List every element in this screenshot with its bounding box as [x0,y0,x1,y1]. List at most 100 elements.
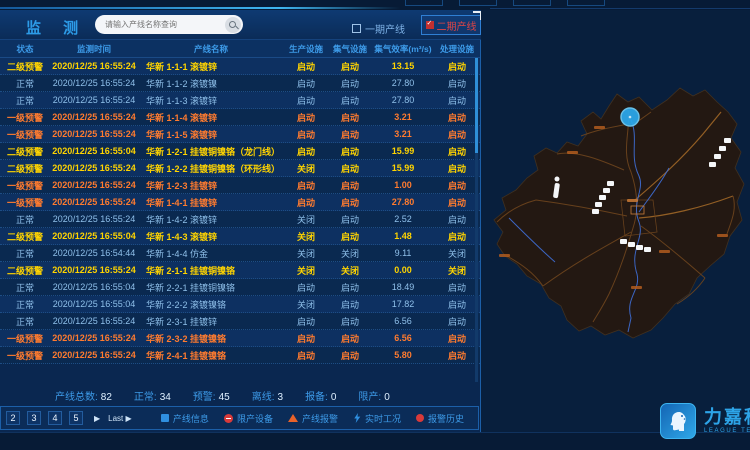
table-row[interactable]: 二级预警2020/12/25 16:55:04华新 1-4-3 滚镀锌关闭启动1… [0,228,480,245]
top-glow-line [0,7,400,9]
region-map[interactable] [481,50,750,360]
cell-gas: 启动 [328,162,372,175]
table-row[interactable]: 一级预警2020/12/25 16:55:24华新 1-4-1 挂镀锌启动启动2… [0,194,480,211]
phase2-button[interactable]: 二期产线 [421,15,481,35]
cell-eff: 5.80 [372,350,434,360]
scrollbar-thumb[interactable] [475,58,478,153]
table-row[interactable]: 一级预警2020/12/25 16:55:24华新 2-3-2 挂镀镍铬启动启动… [0,330,480,347]
table-row[interactable]: 二级预警2020/12/25 16:55:04华新 1-2-1 挂镀铜镍铬（龙门… [0,143,480,160]
table-row[interactable]: 正常2020/12/25 16:55:04华新 2-2-1 挂镀铜镍铬启动启动1… [0,279,480,296]
cell-gas: 启动 [328,145,372,158]
search-box [95,15,243,34]
checkbox-icon[interactable] [352,24,361,33]
cell-name: 华新 1-4-3 滚镀锌 [138,230,284,243]
cell-treat: 启动 [434,213,480,226]
search-input[interactable] [95,20,225,29]
cell-gas: 启动 [328,111,372,124]
cell-name: 华新 2-1-1 挂镀铜镍铬 [138,264,284,277]
table-row[interactable]: 一级预警2020/12/25 16:55:24华新 1-2-3 挂镀锌启动启动1… [0,177,480,194]
cell-eff: 3.21 [372,112,434,122]
table-row[interactable]: 正常2020/12/25 16:55:24华新 2-3-1 挂镀锌启动启动6.5… [0,313,480,330]
cell-prod: 启动 [284,77,328,90]
legend-label: 报警历史 [428,412,464,425]
page-title: 监 测 [26,17,87,38]
summary-item: 产线总数:82 [55,388,112,403]
phase1-checkbox[interactable]: 一期产线 [352,21,405,36]
legend-label: 实时工况 [365,412,401,425]
cell-prod: 启动 [284,111,328,124]
table-row[interactable]: 二级预警2020/12/25 16:55:24华新 1-2-2 挂镀铜镍铬（环形… [0,160,480,177]
header-bar: 监 测 一期产线 二期产线 [0,10,481,40]
cell-eff: 1.00 [372,180,434,190]
cell-time: 2020/12/25 16:55:24 [50,163,138,173]
cell-gas: 启动 [328,315,372,328]
cell-status: 一级预警 [0,128,50,141]
table-row[interactable]: 正常2020/12/25 16:55:24华新 1-4-2 滚镀锌关闭启动2.5… [0,211,480,228]
cell-time: 2020/12/25 16:55:04 [50,282,138,292]
table-row[interactable]: 正常2020/12/25 16:55:24华新 1-1-3 滚镀锌启动启动27.… [0,92,480,109]
table-row[interactable]: 正常2020/12/25 16:55:24华新 1-1-2 滚镀镍启动启动27.… [0,75,480,92]
map-marker[interactable] [621,108,639,126]
summary-value: 0 [331,392,337,403]
cell-prod: 关闭 [284,230,328,243]
cell-time: 2020/12/25 16:55:24 [50,316,138,326]
legend-alarm-history[interactable]: 报警历史 [416,412,464,425]
cell-prod: 启动 [284,60,328,73]
phase2-label: 二期产线 [437,18,477,33]
cell-status: 正常 [0,77,50,90]
cell-eff: 0.00 [372,265,434,275]
column-header: 生产设施 [284,43,328,55]
top-strip [0,0,750,10]
cell-time: 2020/12/25 16:55:24 [50,333,138,343]
page-button-5[interactable]: 5 [69,411,83,425]
deco-box [405,0,443,6]
cell-time: 2020/12/25 16:55:24 [50,95,138,105]
legend-line-alarm[interactable]: 产线报警 [288,412,338,425]
cell-treat: 启动 [434,145,480,158]
summary-label: 离线: [252,392,275,403]
page-button-3[interactable]: 3 [27,411,41,425]
legend-limited-device[interactable]: 限产设备 [224,412,273,425]
table-row[interactable]: 正常2020/12/25 16:54:44华新 1-4-4 仿金关闭关闭9.11… [0,245,480,262]
cell-status: 二级预警 [0,230,50,243]
summary-item: 限产:0 [358,388,389,403]
last-page-button[interactable]: Last ▶ [108,414,132,423]
logo-head-icon [660,403,696,439]
triangle-icon [288,414,298,422]
cell-treat: 启动 [434,230,480,243]
cell-treat: 启动 [434,281,480,294]
cell-status: 二级预警 [0,264,50,277]
table-row[interactable]: 正常2020/12/25 16:55:04华新 2-2-2 滚镀镍铬关闭启动17… [0,296,480,313]
table-row[interactable]: 一级预警2020/12/25 16:55:24华新 2-4-1 挂镀镍铬启动启动… [0,347,480,364]
cell-prod: 启动 [284,349,328,362]
column-header: 集气效率(m³/s) [372,43,434,55]
column-header: 产线名称 [138,43,284,55]
column-header: 状态 [0,43,50,55]
cell-gas: 启动 [328,332,372,345]
cell-treat: 启动 [434,94,480,107]
summary-label: 预警: [193,392,216,403]
next-page-button[interactable]: ▶ [94,414,100,423]
top-line-right [490,8,750,9]
cell-gas: 启动 [328,213,372,226]
cell-treat: 启动 [434,298,480,311]
cell-treat: 启动 [434,196,480,209]
table-row[interactable]: 二级预警2020/12/25 16:55:24华新 2-1-1 挂镀铜镍铬关闭关… [0,262,480,279]
page-button-4[interactable]: 4 [48,411,62,425]
cell-name: 华新 2-3-2 挂镀镍铬 [138,332,284,345]
page-button-2[interactable]: 2 [6,411,20,425]
legend-realtime-status[interactable]: 实时工况 [353,412,401,425]
cell-gas: 启动 [328,77,372,90]
cell-status: 二级预警 [0,162,50,175]
search-icon[interactable] [225,17,241,33]
table-row[interactable]: 二级预警2020/12/25 16:55:24华新 1-1-1 滚镀锌启动启动1… [0,58,480,75]
cell-gas: 启动 [328,281,372,294]
cell-treat: 启动 [434,77,480,90]
cell-gas: 关闭 [328,247,372,260]
cell-time: 2020/12/25 16:55:24 [50,265,138,275]
cell-status: 一级预警 [0,349,50,362]
legend-line-info[interactable]: 产线信息 [161,412,209,425]
table-row[interactable]: 一级预警2020/12/25 16:55:24华新 1-1-5 滚镀锌启动启动3… [0,126,480,143]
summary-value: 82 [101,392,112,403]
table-row[interactable]: 一级预警2020/12/25 16:55:24华新 1-1-4 滚镀锌启动启动3… [0,109,480,126]
